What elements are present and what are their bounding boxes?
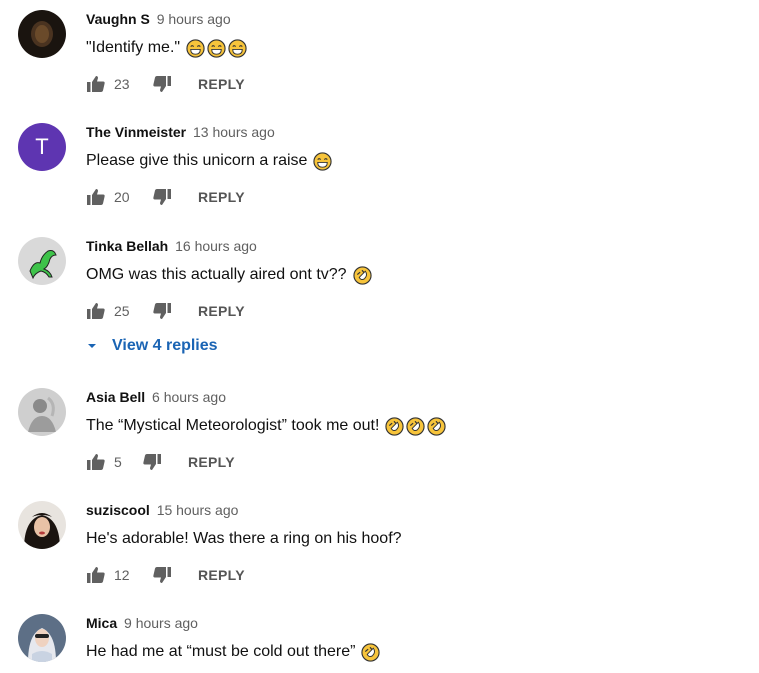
comment-meta: The Vinmeister 13 hours ago xyxy=(86,123,726,141)
comment-meta: suziscool 15 hours ago xyxy=(86,501,726,519)
like-count: 20 xyxy=(114,189,130,205)
timestamp[interactable]: 13 hours ago xyxy=(193,124,275,140)
comment-text: "Identify me." xyxy=(86,38,726,58)
thumbs-up-icon[interactable] xyxy=(86,452,106,472)
author-name[interactable]: Tinka Bellah xyxy=(86,238,168,254)
thumbs-down-icon[interactable] xyxy=(152,301,172,321)
author-name[interactable]: suziscool xyxy=(86,502,150,518)
thumbs-down-icon[interactable] xyxy=(152,74,172,94)
grinning-sweat-emoji-icon xyxy=(313,151,333,171)
thumbs-up-icon[interactable] xyxy=(86,301,106,321)
thumbs-up-icon[interactable] xyxy=(86,565,106,585)
comment-text-content: He had me at “must be cold out there” xyxy=(86,643,356,660)
comment-meta: Vaughn S 9 hours ago xyxy=(86,10,726,28)
comment-text: The “Mystical Meteorologist” took me out… xyxy=(86,416,726,436)
author-name[interactable]: Vaughn S xyxy=(86,11,150,27)
avatar[interactable] xyxy=(18,237,66,285)
rofl-emoji-icon xyxy=(352,265,372,285)
reply-button[interactable]: REPLY xyxy=(188,454,235,470)
thumbs-down-icon[interactable] xyxy=(142,452,162,472)
comment-meta: Mica 9 hours ago xyxy=(86,614,726,632)
avatar[interactable] xyxy=(18,614,66,662)
thumbs-down-icon[interactable] xyxy=(152,565,172,585)
reply-button[interactable]: REPLY xyxy=(198,189,245,205)
comment-text-content: "Identify me." xyxy=(86,39,181,56)
timestamp[interactable]: 9 hours ago xyxy=(124,615,198,631)
rofl-emoji-icon xyxy=(427,416,447,436)
thumbs-down-icon[interactable] xyxy=(152,187,172,207)
comment-meta: Asia Bell 6 hours ago xyxy=(86,388,726,406)
grinning-sweat-emoji-icon xyxy=(186,38,205,58)
like-count: 23 xyxy=(114,76,130,92)
comment-text-content: The “Mystical Meteorologist” took me out… xyxy=(86,417,380,434)
comment-text: He's adorable! Was there a ring on his h… xyxy=(86,529,726,549)
timestamp[interactable]: 16 hours ago xyxy=(175,238,257,254)
thumbs-up-icon[interactable] xyxy=(86,187,106,207)
like-count: 12 xyxy=(114,567,130,583)
reply-button[interactable]: REPLY xyxy=(198,76,245,92)
avatar[interactable]: T xyxy=(18,123,66,171)
view-replies-label: View 4 replies xyxy=(112,337,218,354)
grinning-sweat-emoji-icon xyxy=(228,38,247,58)
rofl-emoji-icon xyxy=(385,416,405,436)
comment-actions: 23 REPLY xyxy=(86,74,726,94)
rofl-emoji-icon xyxy=(361,642,381,662)
avatar[interactable] xyxy=(18,388,66,436)
comment-text-content: He's adorable! Was there a ring on his h… xyxy=(86,530,402,547)
reply-button[interactable]: REPLY xyxy=(198,567,245,583)
comment-text: Please give this unicorn a raise xyxy=(86,151,726,171)
comment-text-content: Please give this unicorn a raise xyxy=(86,152,308,169)
timestamp[interactable]: 6 hours ago xyxy=(152,389,226,405)
avatar-letter: T xyxy=(35,134,49,159)
avatar[interactable] xyxy=(18,10,66,58)
rofl-emoji-icon xyxy=(406,416,426,436)
comment-actions: 20 REPLY xyxy=(86,187,726,207)
comment-meta: Tinka Bellah 16 hours ago xyxy=(86,237,726,255)
thumbs-up-icon[interactable] xyxy=(86,74,106,94)
comment-text: He had me at “must be cold out there” xyxy=(86,642,726,662)
view-replies-button[interactable]: View 4 replies xyxy=(86,337,726,355)
author-name[interactable]: Mica xyxy=(86,615,117,631)
comment-actions: 5 REPLY xyxy=(86,452,726,472)
avatar[interactable] xyxy=(18,501,66,549)
comment-actions: 12 REPLY xyxy=(86,565,726,585)
timestamp[interactable]: 9 hours ago xyxy=(157,11,231,27)
reply-button[interactable]: REPLY xyxy=(198,303,245,319)
caret-down-icon xyxy=(86,340,98,352)
grinning-sweat-emoji-icon xyxy=(207,38,226,58)
comment-actions: 25 REPLY xyxy=(86,301,726,321)
timestamp[interactable]: 15 hours ago xyxy=(157,502,239,518)
like-count: 25 xyxy=(114,303,130,319)
author-name[interactable]: The Vinmeister xyxy=(86,124,186,140)
like-count: 5 xyxy=(114,454,122,470)
author-name[interactable]: Asia Bell xyxy=(86,389,145,405)
comment-text: OMG was this actually aired ont tv?? xyxy=(86,265,726,285)
comment-text-content: OMG was this actually aired ont tv?? xyxy=(86,266,347,283)
